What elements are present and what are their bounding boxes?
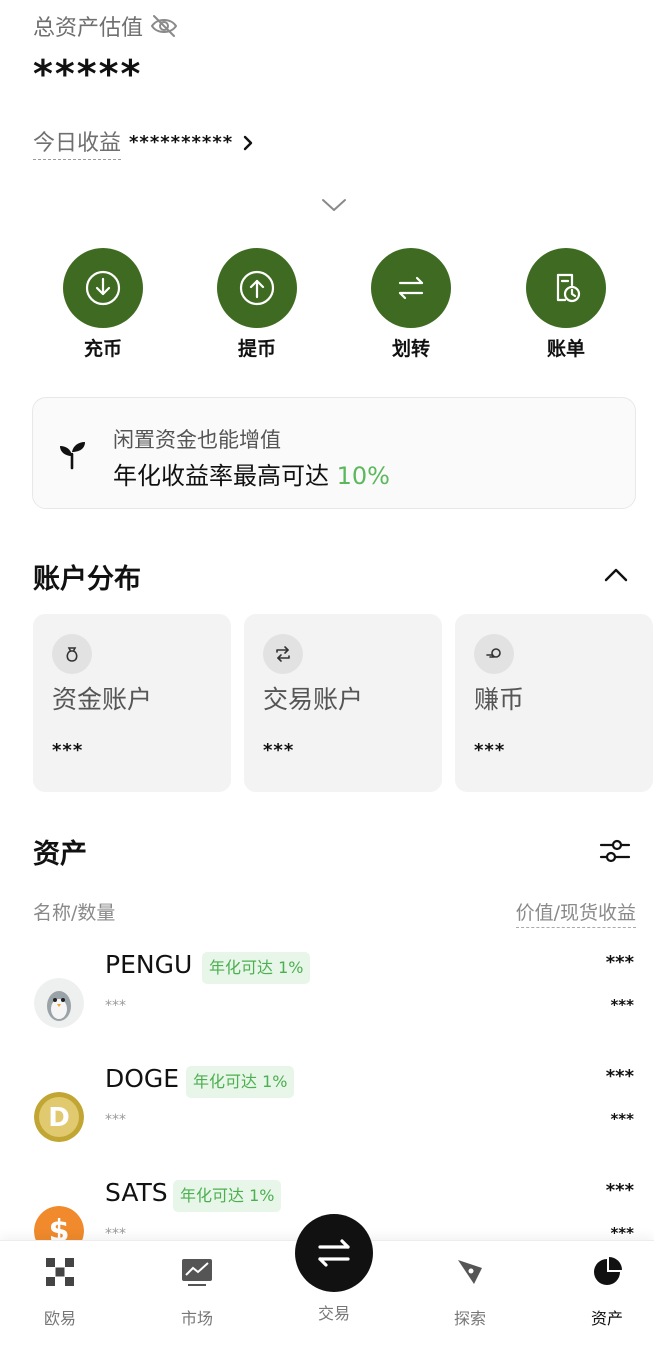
swap-arrows-icon [318,1239,350,1267]
okx-logo-icon [46,1258,74,1286]
tab-okx[interactable]: 欧易 [10,1255,110,1329]
deposit-label: 充币 [83,338,122,360]
bill-icon [556,273,581,303]
account-name: 资金账户 [52,685,153,714]
bill-label: 账单 [546,338,585,360]
filter-sliders-icon[interactable] [598,836,632,866]
asset-pnl: *** [610,1110,634,1128]
tab-label: 市场 [180,1309,213,1328]
tab-label: 欧易 [43,1309,76,1328]
bill-button[interactable]: 账单 [521,248,611,361]
total-assets-value: ***** [33,52,143,96]
promo-rate: 10% [336,462,390,490]
trading-account-card[interactable]: 交易账户 *** [244,614,442,792]
asset-qty: *** [105,1112,126,1128]
asset-symbol: DOGE [105,1064,180,1093]
piggy-icon [486,648,501,658]
tab-market[interactable]: 市场 [147,1255,247,1329]
tab-explore[interactable]: 探索 [420,1255,520,1329]
asset-value: *** [605,1066,634,1087]
asset-symbol: SATS [105,1178,168,1207]
apy-badge[interactable]: 年化可达 1% [173,1180,282,1212]
pie-chart-icon [594,1257,622,1285]
funding-account-card[interactable]: 资金账户 *** [33,614,231,792]
asset-value: *** [605,1180,634,1201]
today-earnings-value: ********** [129,132,234,153]
doge-logo-icon: D [34,1092,84,1142]
funding-icon-wrap [52,634,92,674]
withdraw-label: 提币 [237,338,276,360]
transfer-button[interactable]: 划转 [366,248,456,361]
money-bag-icon [66,647,78,662]
deposit-icon [85,270,121,306]
quick-actions: 充币 提币 划转 账单 [0,248,654,361]
total-assets-header: 总资产估值 [33,10,179,42]
svg-text:D: D [48,1103,70,1133]
withdraw-button[interactable]: 提币 [212,248,302,361]
promo-title-text: 年化收益率最高可达 [113,462,337,490]
trading-icon-wrap [263,634,303,674]
chevron-right-icon [243,135,253,150]
transfer-icon [398,276,424,300]
pengu-logo-icon [34,978,84,1028]
deposit-button[interactable]: 充币 [58,248,148,361]
transfer-label: 划转 [391,338,430,360]
column-value-pnl[interactable]: 价值/现货收益 [515,898,636,928]
earn-promo-banner[interactable]: 闲置资金也能增值 年化收益率最高可达 10% [32,397,636,509]
apy-badge[interactable]: 年化可达 1% [186,1066,295,1098]
compass-icon [458,1260,482,1284]
earn-icon-wrap [474,634,514,674]
asset-value: *** [605,952,634,973]
tab-trade-label: 交易 [317,1304,350,1323]
promo-subtitle: 闲置资金也能增值 [113,428,281,452]
withdraw-icon [239,270,275,306]
swap-icon [276,646,290,662]
account-value: *** [263,740,295,761]
market-chart-icon [182,1259,212,1286]
promo-title: 年化收益率最高可达 10% [113,456,390,491]
tab-label: 探索 [453,1309,486,1328]
trade-fab-button[interactable] [295,1214,373,1292]
account-name: 交易账户 [263,685,364,714]
tab-label: 资产 [590,1309,623,1328]
today-earnings-label: 今日收益 [33,125,122,160]
asset-symbol: PENGU [105,950,193,979]
earn-account-card[interactable]: 赚币 *** [455,614,653,792]
asset-row-pengu[interactable]: PENGU 年化可达 1% *** *** *** [0,940,654,1040]
asset-row-doge[interactable]: D DOGE 年化可达 1% *** *** *** [0,1054,654,1154]
today-earnings-row[interactable]: 今日收益 ********** [33,125,255,160]
chevron-down-icon[interactable] [320,196,348,214]
total-assets-label: 总资产估值 [33,16,144,41]
chevron-up-icon[interactable] [602,566,630,584]
apy-badge[interactable]: 年化可达 1% [202,952,311,984]
column-name-qty: 名称/数量 [33,902,116,924]
sprout-icon [60,442,85,470]
assets-title: 资产 [33,839,87,870]
account-name: 赚币 [474,685,525,714]
account-distribution-title: 账户分布 [33,564,141,595]
account-cards: 资金账户 *** 交易账户 *** 赚币 *** [0,614,654,792]
account-value: *** [52,740,84,761]
asset-qty: *** [105,998,126,1014]
account-value: *** [474,740,506,761]
tab-assets[interactable]: 资产 [557,1255,654,1329]
eye-hidden-icon[interactable] [149,13,179,39]
asset-pnl: *** [610,996,634,1014]
